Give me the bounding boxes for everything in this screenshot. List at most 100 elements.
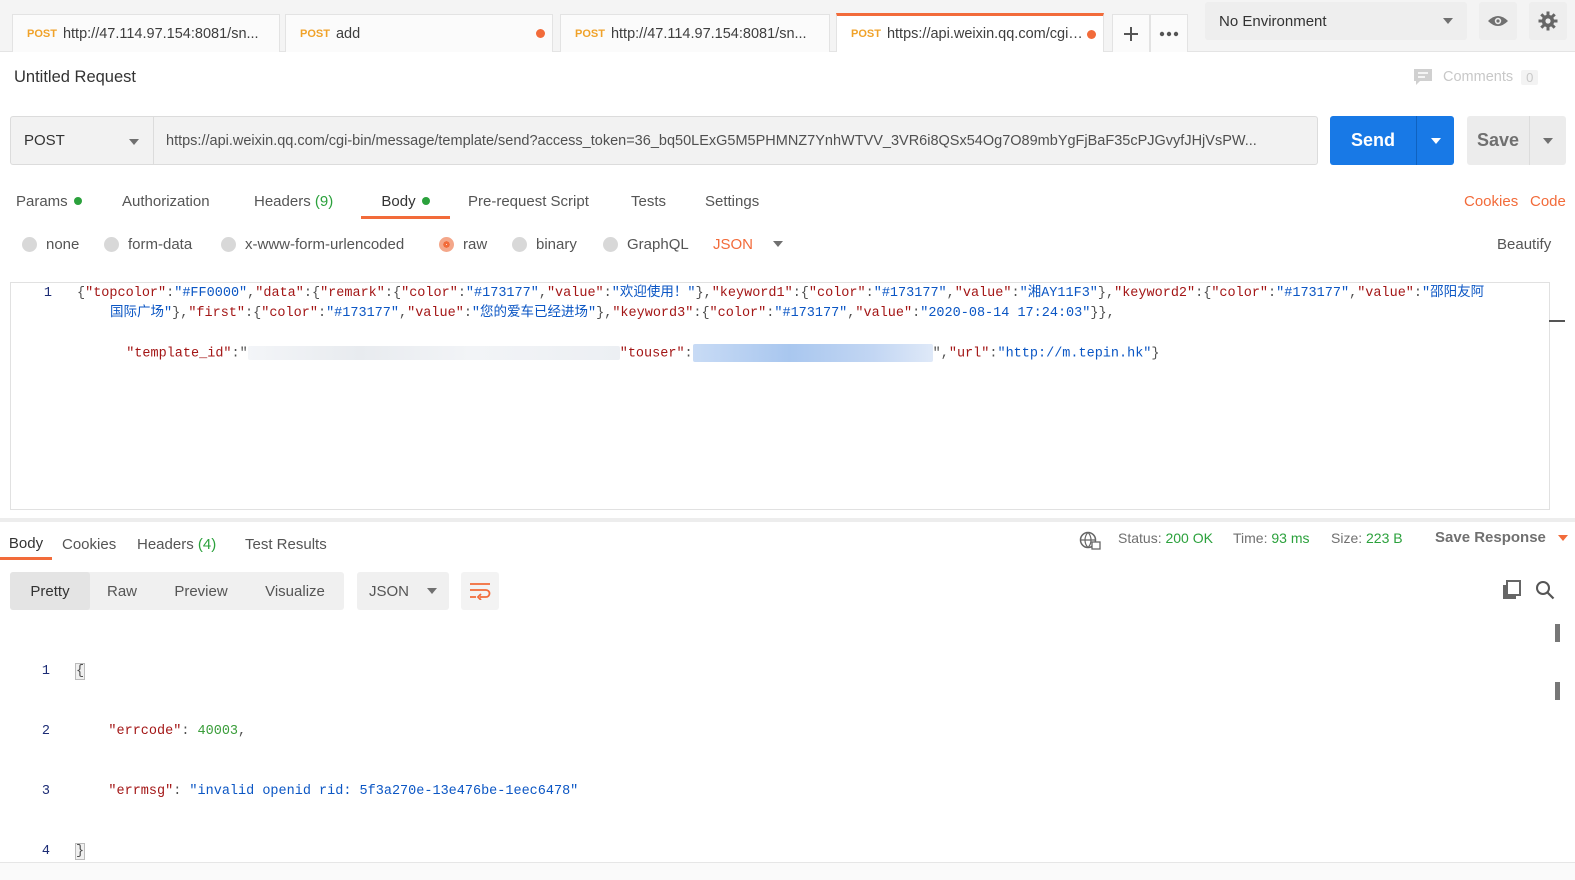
time-label: Time: [1233,530,1268,546]
response-tab-headers[interactable]: Headers (4) [137,529,216,559]
radio-urlencoded[interactable]: x-www-form-urlencoded [221,232,404,256]
send-button[interactable]: Send [1330,116,1454,165]
json-punct: :{ [693,306,710,321]
tab-tests[interactable]: Tests [631,186,666,216]
body-indicator-dot [421,197,430,205]
tab-method-badge: POST [851,28,881,40]
view-preview-button[interactable]: Preview [160,572,242,610]
size-label: Size: [1331,530,1363,546]
copy-response-button[interactable] [1500,578,1524,602]
json-key: "keyword3" [612,306,694,321]
cookies-link[interactable]: Cookies [1464,186,1518,216]
tab-body-active[interactable]: Body [361,186,450,219]
json-key: "value" [855,306,913,321]
search-response-button[interactable] [1533,578,1557,602]
tab-method-badge: POST [27,27,57,40]
json-punct: , [538,286,547,301]
radio-none[interactable]: none [22,232,79,256]
tab-body-label: Body [381,192,416,210]
body-format-select[interactable]: JSON [713,232,784,256]
environment-select[interactable]: No Environment [1205,2,1467,40]
beautify-link[interactable]: Beautify [1497,232,1551,256]
environment-quick-look-button[interactable] [1479,2,1517,40]
view-pretty-button[interactable]: Pretty [10,572,90,610]
tab-prerequest-script[interactable]: Pre-request Script [468,186,589,216]
json-punct: : [463,306,472,321]
url-input[interactable]: https://api.weixin.qq.com/cgi-bin/messag… [153,116,1318,165]
response-tab-test-results[interactable]: Test Results [245,529,327,559]
tab-authorization-label: Authorization [122,192,210,210]
line-number: 2 [41,724,50,739]
tab-options-button[interactable] [1150,14,1188,52]
response-tab-body-label: Body [8,534,44,552]
headers-count: (9) [314,192,334,210]
json-key: "value" [954,286,1012,301]
save-button[interactable]: Save [1467,116,1566,165]
radio-raw-selected[interactable]: raw [439,232,487,256]
request-name[interactable]: Untitled Request [14,68,136,87]
tab-authorization[interactable]: Authorization [122,186,210,216]
new-tab-button[interactable] [1112,14,1150,52]
tab-settings[interactable]: Settings [705,186,759,216]
chevron-down-icon [1443,18,1453,24]
response-body-code[interactable]: { "errcode": 40003, "errmsg": "invalid o… [74,622,578,880]
wrap-lines-button[interactable] [461,572,499,610]
json-punct: :{ [303,286,321,301]
send-options-dropdown[interactable] [1417,137,1454,144]
radio-none-label: none [46,235,80,253]
pane-divider[interactable] [0,518,1575,522]
json-key: "value" [407,306,464,321]
response-format-select[interactable]: JSON [357,572,449,610]
more-dots-icon [1159,31,1179,36]
json-punct: :{ [245,306,262,321]
response-tab-body-active[interactable]: Body [0,529,52,560]
request-tab-4-active[interactable]: POST https://api.weixin.qq.com/cgi-... [836,13,1104,52]
comment-icon [1414,69,1432,85]
json-punct: : [603,286,612,301]
comments-button[interactable]: Comments 0 [1413,68,1539,86]
radio-form-data[interactable]: form-data [104,232,192,256]
json-string: "#173177" [873,286,947,301]
request-tab-2[interactable]: POST add [285,14,553,52]
time-value: 93 ms [1271,530,1310,546]
network-globe-icon[interactable] [1079,531,1101,551]
chevron-down-icon [1543,137,1553,144]
json-punct: ", [932,346,949,362]
json-key: "color" [401,286,458,301]
tab-headers-label: Headers [254,192,311,210]
json-punct: : [317,306,327,321]
json-brace: } [74,843,86,860]
tab-params[interactable]: Params [16,186,82,216]
comments-count: 0 [1521,69,1539,85]
chevron-down-icon [427,588,438,594]
view-visualize-button[interactable]: Visualize [252,572,338,610]
radio-circle-icon [221,236,236,252]
code-link[interactable]: Code [1530,186,1566,216]
method-select[interactable]: POST [10,116,154,165]
radio-graphql[interactable]: GraphQL [603,232,689,256]
json-punct: : [1268,286,1277,301]
tab-headers[interactable]: Headers (9) [254,186,333,216]
json-punct: }, [695,286,712,301]
params-indicator-dot [73,197,82,205]
request-tab-1[interactable]: POST http://47.114.97.154:8081/sn... [12,14,280,52]
view-raw-button[interactable]: Raw [95,572,149,610]
tab-method-badge: POST [300,27,330,40]
save-options-dropdown[interactable] [1530,137,1566,144]
json-punct: , [398,306,408,321]
gear-icon [1538,11,1558,31]
chevron-down-icon [129,139,139,145]
response-tab-test-results-label: Test Results [245,535,327,553]
json-punct: :{ [792,286,809,301]
tab-title: http://47.114.97.154:8081/sn... [610,25,807,42]
request-tab-3[interactable]: POST http://47.114.97.154:8081/sn... [560,14,830,52]
manage-environments-button[interactable] [1529,2,1567,40]
save-response-button[interactable]: Save Response [1435,529,1568,546]
json-punct: :{ [1195,286,1212,301]
request-body-line-1: {"topcolor":"#FF0000","data":{"remark":{… [77,284,1484,304]
url-value: https://api.weixin.qq.com/cgi-bin/messag… [166,132,1257,149]
json-key: "color" [709,306,767,321]
response-tab-cookies[interactable]: Cookies [62,529,116,559]
radio-binary[interactable]: binary [512,232,577,256]
json-key: "remark" [320,286,385,301]
